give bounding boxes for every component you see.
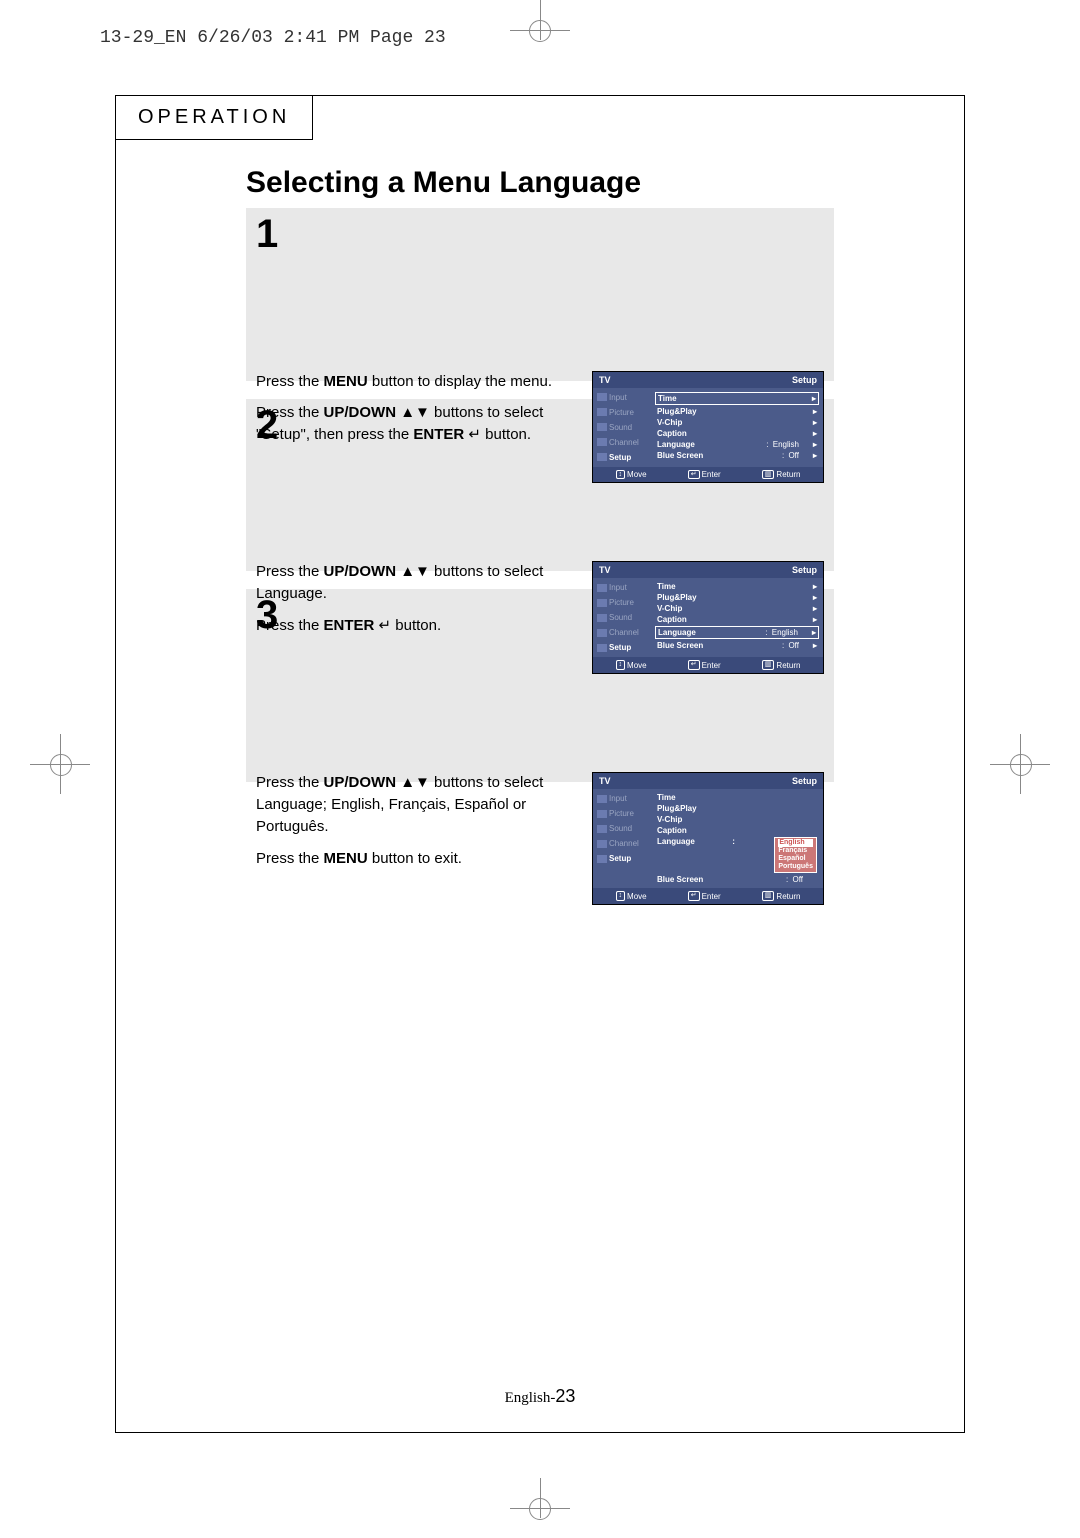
crop-mark-right	[990, 734, 1050, 794]
osd-title-right: Setup	[792, 375, 817, 385]
print-slug: 13-29_EN 6/26/03 2:41 PM Page 23	[100, 28, 446, 48]
osd-hint: ↵Enter	[688, 891, 721, 901]
footer-lang: English-	[505, 1390, 556, 1406]
page-content: Selecting a Menu Language 1Press the MEN…	[246, 166, 834, 800]
osd-title-left: TV	[599, 565, 611, 575]
osd-side-icon	[597, 393, 607, 401]
osd-title-left: TV	[599, 375, 611, 385]
osd-menu-row: Caption	[655, 825, 819, 836]
step-block: 3Press the UP/DOWN ▲▼ buttons to select …	[246, 589, 834, 782]
footer-page-number: 23	[555, 1386, 575, 1406]
osd-hint-icon: ↕	[616, 891, 626, 901]
osd-menu-row: V-Chip	[655, 814, 819, 825]
osd-title-right: Setup	[792, 565, 817, 575]
arrow-right-icon: ▸	[812, 394, 816, 403]
crop-mark-left	[30, 734, 90, 794]
osd-side-icon	[597, 825, 607, 833]
step-number: 2	[256, 405, 824, 560]
arrow-right-icon: ▸	[813, 582, 817, 591]
osd-side-icon	[597, 795, 607, 803]
osd-menu-row: Blue Screen: Off	[655, 874, 819, 885]
osd-menu-row: Plug&Play	[655, 803, 819, 814]
crop-mark-bottom	[510, 1478, 570, 1538]
osd-side-item: Channel	[593, 836, 651, 851]
osd-side-item: Input	[593, 390, 651, 405]
osd-hint: ↕Move	[616, 891, 647, 901]
step-block: 1Press the MENU button to display the me…	[246, 208, 834, 381]
page-footer: English-23	[116, 1386, 964, 1407]
osd-side-item: Input	[593, 791, 651, 806]
osd-menu-row: Time▸	[655, 581, 819, 592]
osd-side-item: Picture	[593, 806, 651, 821]
osd-menu-row: Language:EnglishFrançaisEspañolPortuguês	[655, 836, 819, 874]
section-tab: OPERATION	[116, 96, 313, 140]
crop-mark-top	[510, 0, 570, 60]
osd-side-icon	[597, 840, 607, 848]
osd-side-item: Setup	[593, 851, 651, 866]
step-number: 1	[256, 214, 824, 369]
osd-hint-icon: ▥	[762, 891, 775, 901]
osd-side-item: Input	[593, 580, 651, 595]
osd-menu-row: Time	[655, 792, 819, 803]
step-number: 3	[256, 595, 824, 770]
osd-side-icon	[597, 855, 607, 863]
osd-hint-icon: ↵	[688, 891, 700, 901]
osd-side-icon	[597, 584, 607, 592]
osd-title-left: TV	[599, 776, 611, 786]
osd-language-popup: EnglishFrançaisEspañolPortuguês	[774, 837, 817, 873]
osd-side-item: Sound	[593, 821, 651, 836]
page-title: Selecting a Menu Language	[246, 166, 834, 200]
step-text: Press the UP/DOWN ▲▼ buttons to select L…	[256, 772, 574, 905]
osd-side-icon	[597, 810, 607, 818]
page-frame: OPERATION Selecting a Menu Language 1Pre…	[115, 95, 965, 1433]
osd-hint: ▥Return	[762, 891, 801, 901]
step-block: 2Press the UP/DOWN ▲▼ buttons to select …	[246, 399, 834, 572]
osd-menu-row: Time▸	[655, 392, 819, 405]
osd-title-right: Setup	[792, 776, 817, 786]
tv-osd-screenshot: TVSetupInputPictureSoundChannelSetupTime…	[592, 772, 824, 905]
